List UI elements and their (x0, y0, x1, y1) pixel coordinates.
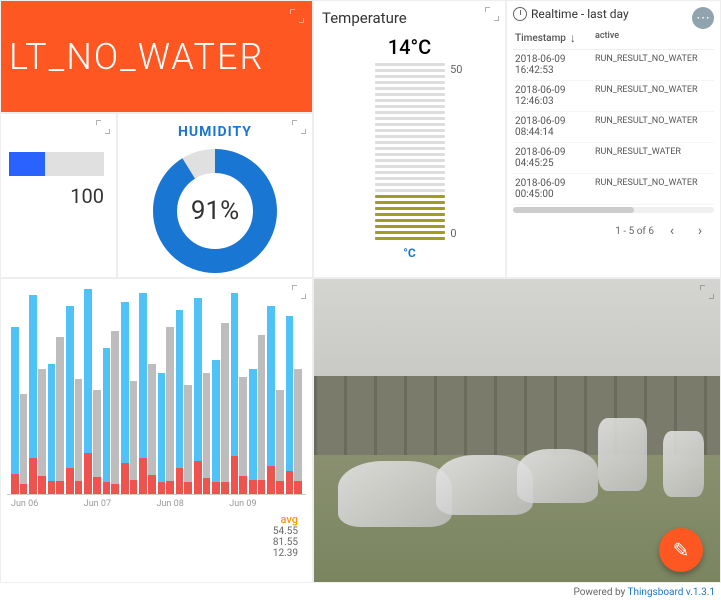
humidity-value: 91% (191, 196, 239, 226)
bar-chart (7, 285, 306, 495)
clock-icon (513, 7, 527, 21)
col-active[interactable]: active (595, 31, 712, 45)
cell-value: RUN_RESULT_NO_WATER (595, 85, 712, 107)
cell-timestamp: 2018-06-0900:45:00 (515, 178, 595, 200)
tarp (338, 461, 452, 528)
footer-prefix: Powered by (573, 587, 627, 598)
fence (314, 376, 720, 455)
realtime-widget: ⋯ Realtime - last day Timestamp ↓ active… (506, 0, 721, 278)
tarp (517, 449, 598, 504)
footer: Powered by Thingsboard v.1.3.1 (573, 587, 715, 598)
cell-value: RUN_RESULT_NO_WATER (595, 116, 712, 138)
realtime-table: Timestamp ↓ active 2018-06-0916:42:53RUN… (513, 27, 714, 247)
fullscreen-icon[interactable] (292, 285, 306, 299)
cell-timestamp: 2018-06-0904:45:25 (515, 147, 595, 169)
more-icon[interactable]: ⋯ (692, 7, 714, 29)
pager: 1 - 5 of 6 ‹ › (513, 215, 714, 247)
legend-red: 12.39 (15, 548, 298, 559)
table-row[interactable]: 2018-06-0916:42:53RUN_RESULT_NO_WATER (513, 50, 714, 81)
image-widget (313, 278, 721, 583)
humidity-title: HUMIDITY (126, 124, 304, 140)
chart-widget: Jun 06Jun 07Jun 08Jun 09 avg 54.55 81.55… (0, 278, 313, 583)
temperature-title: Temperature (322, 9, 497, 27)
chart-legend: avg 54.55 81.55 12.39 (7, 509, 306, 563)
legend-header: avg (15, 513, 298, 526)
bar-max-label: 100 (9, 184, 108, 208)
legend-grey: 81.55 (15, 537, 298, 548)
realtime-header: Realtime - last day (513, 7, 714, 21)
legend-blue: 54.55 (15, 526, 298, 537)
edit-fab-button[interactable]: ✎ (659, 528, 703, 572)
cell-timestamp: 2018-06-0908:44:14 (515, 116, 595, 138)
col-timestamp[interactable]: Timestamp ↓ (515, 31, 595, 45)
cell-timestamp: 2018-06-0916:42:53 (515, 54, 595, 76)
garden-photo (314, 279, 720, 582)
thermometer: 50 0 (375, 63, 445, 240)
therm-min: 0 (450, 227, 456, 240)
sort-arrow-icon: ↓ (570, 31, 576, 45)
tarp (598, 418, 647, 491)
therm-max: 50 (450, 63, 462, 76)
cell-value: RUN_RESULT_WATER (595, 147, 712, 169)
fullscreen-icon[interactable] (485, 7, 499, 21)
cell-value: RUN_RESULT_NO_WATER (595, 54, 712, 76)
temperature-value: 14°C (322, 35, 497, 59)
table-row[interactable]: 2018-06-0908:44:14RUN_RESULT_NO_WATER (513, 112, 714, 143)
banner-text: LT_NO_WATER (9, 36, 264, 78)
therm-unit: °C (322, 246, 497, 260)
tarp (663, 431, 704, 498)
fullscreen-icon[interactable] (700, 285, 714, 299)
bar-widget: 100 (0, 113, 117, 278)
humidity-donut: 91% (150, 146, 280, 276)
cell-value: RUN_RESULT_NO_WATER (595, 178, 712, 200)
cell-timestamp: 2018-06-0912:46:03 (515, 85, 595, 107)
banner-widget: LT_NO_WATER (0, 0, 313, 113)
chart-x-axis: Jun 06Jun 07Jun 08Jun 09 (7, 495, 306, 509)
table-row[interactable]: 2018-06-0912:46:03RUN_RESULT_NO_WATER (513, 81, 714, 112)
table-row[interactable]: 2018-06-0904:45:25RUN_RESULT_WATER (513, 143, 714, 174)
temperature-widget: Temperature 14°C 50 0 °C (313, 0, 506, 278)
table-row[interactable]: 2018-06-0900:45:00RUN_RESULT_NO_WATER (513, 174, 714, 205)
fullscreen-icon[interactable] (290, 9, 304, 23)
bar-track (9, 152, 104, 176)
fullscreen-icon[interactable] (96, 120, 110, 134)
footer-link[interactable]: Thingsboard v.1.3.1 (628, 587, 715, 598)
realtime-title: Realtime - last day (531, 7, 629, 21)
prev-page-button[interactable]: ‹ (662, 221, 682, 241)
humidity-widget: HUMIDITY 91% (117, 113, 313, 278)
next-page-button[interactable]: › (690, 221, 710, 241)
fullscreen-icon[interactable] (292, 120, 306, 134)
bar-fill (9, 152, 45, 176)
horizontal-scrollbar[interactable] (513, 207, 714, 213)
pager-text: 1 - 5 of 6 (615, 226, 654, 237)
table-header: Timestamp ↓ active (513, 27, 714, 50)
